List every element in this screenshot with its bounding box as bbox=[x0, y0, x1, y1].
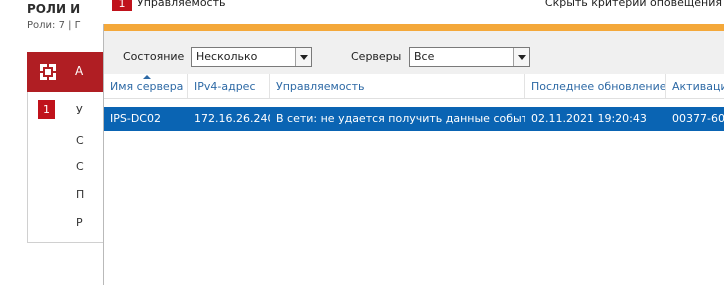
state-value: Несколько bbox=[196, 50, 258, 63]
cell-activation: 00377-600 bbox=[672, 112, 724, 125]
role-tile[interactable]: А bbox=[27, 52, 103, 92]
alert-count-badge: 1 bbox=[38, 100, 55, 119]
roles-title: РОЛИ И bbox=[27, 2, 81, 16]
servers-value: Все bbox=[414, 50, 435, 63]
accent-bar bbox=[104, 24, 724, 31]
state-dropdown[interactable]: Несколько bbox=[191, 47, 312, 67]
servers-label: Серверы bbox=[351, 50, 402, 63]
sort-ascending-icon bbox=[143, 75, 151, 79]
server-role-icon bbox=[40, 64, 56, 80]
hide-alert-criteria-link[interactable]: Скрыть критерии оповещения bbox=[545, 0, 722, 9]
panel-item[interactable]: У bbox=[76, 104, 83, 117]
role-tile-panel: 1 У С С П Р bbox=[27, 92, 104, 243]
roles-subtitle: Роли: 7 | Г bbox=[27, 20, 81, 31]
background-dashboard: РОЛИ И Роли: 7 | Г А 1 У С С П Р bbox=[0, 0, 104, 285]
manageability-detail-window: 1 Управляемость Скрыть критерии оповещен… bbox=[103, 0, 724, 285]
filter-bar: Состояние Несколько Серверы Все bbox=[104, 31, 724, 74]
panel-item[interactable]: С bbox=[76, 134, 84, 147]
manageability-label: Управляемость bbox=[137, 0, 226, 9]
servers-table: Имя сервера IPv4-адрес Управляемость Пос… bbox=[104, 74, 724, 285]
detail-panel: Состояние Несколько Серверы Все Имя серв… bbox=[103, 24, 724, 285]
table-row[interactable]: IPS-DC02 172.16.26.240 В сети: не удаетс… bbox=[104, 107, 724, 131]
role-tile-label: А bbox=[75, 64, 84, 78]
column-header-server-name[interactable]: Имя сервера bbox=[104, 74, 188, 98]
column-header-ipv4[interactable]: IPv4-адрес bbox=[188, 74, 270, 98]
alert-count-badge: 1 bbox=[112, 0, 132, 11]
column-header-activation[interactable]: Активация bbox=[666, 74, 724, 98]
state-label: Состояние bbox=[123, 50, 185, 63]
chevron-down-icon[interactable] bbox=[295, 48, 311, 66]
cell-manageability: В сети: не удается получить данные событ… bbox=[276, 112, 525, 125]
panel-item[interactable]: С bbox=[76, 160, 84, 173]
cell-last-update: 02.11.2021 19:20:43 bbox=[531, 112, 647, 125]
panel-item[interactable]: Р bbox=[76, 216, 83, 229]
column-header-manageability[interactable]: Управляемость bbox=[270, 74, 525, 98]
table-header: Имя сервера IPv4-адрес Управляемость Пос… bbox=[104, 74, 724, 99]
panel-item[interactable]: П bbox=[76, 188, 84, 201]
cell-server-name: IPS-DC02 bbox=[110, 112, 161, 125]
chevron-down-icon[interactable] bbox=[513, 48, 529, 66]
servers-dropdown[interactable]: Все bbox=[409, 47, 530, 67]
detail-header: 1 Управляемость Скрыть критерии оповещен… bbox=[103, 0, 724, 12]
cell-ipv4: 172.16.26.240 bbox=[194, 112, 270, 125]
column-header-last-update[interactable]: Последнее обновление bbox=[525, 74, 666, 98]
